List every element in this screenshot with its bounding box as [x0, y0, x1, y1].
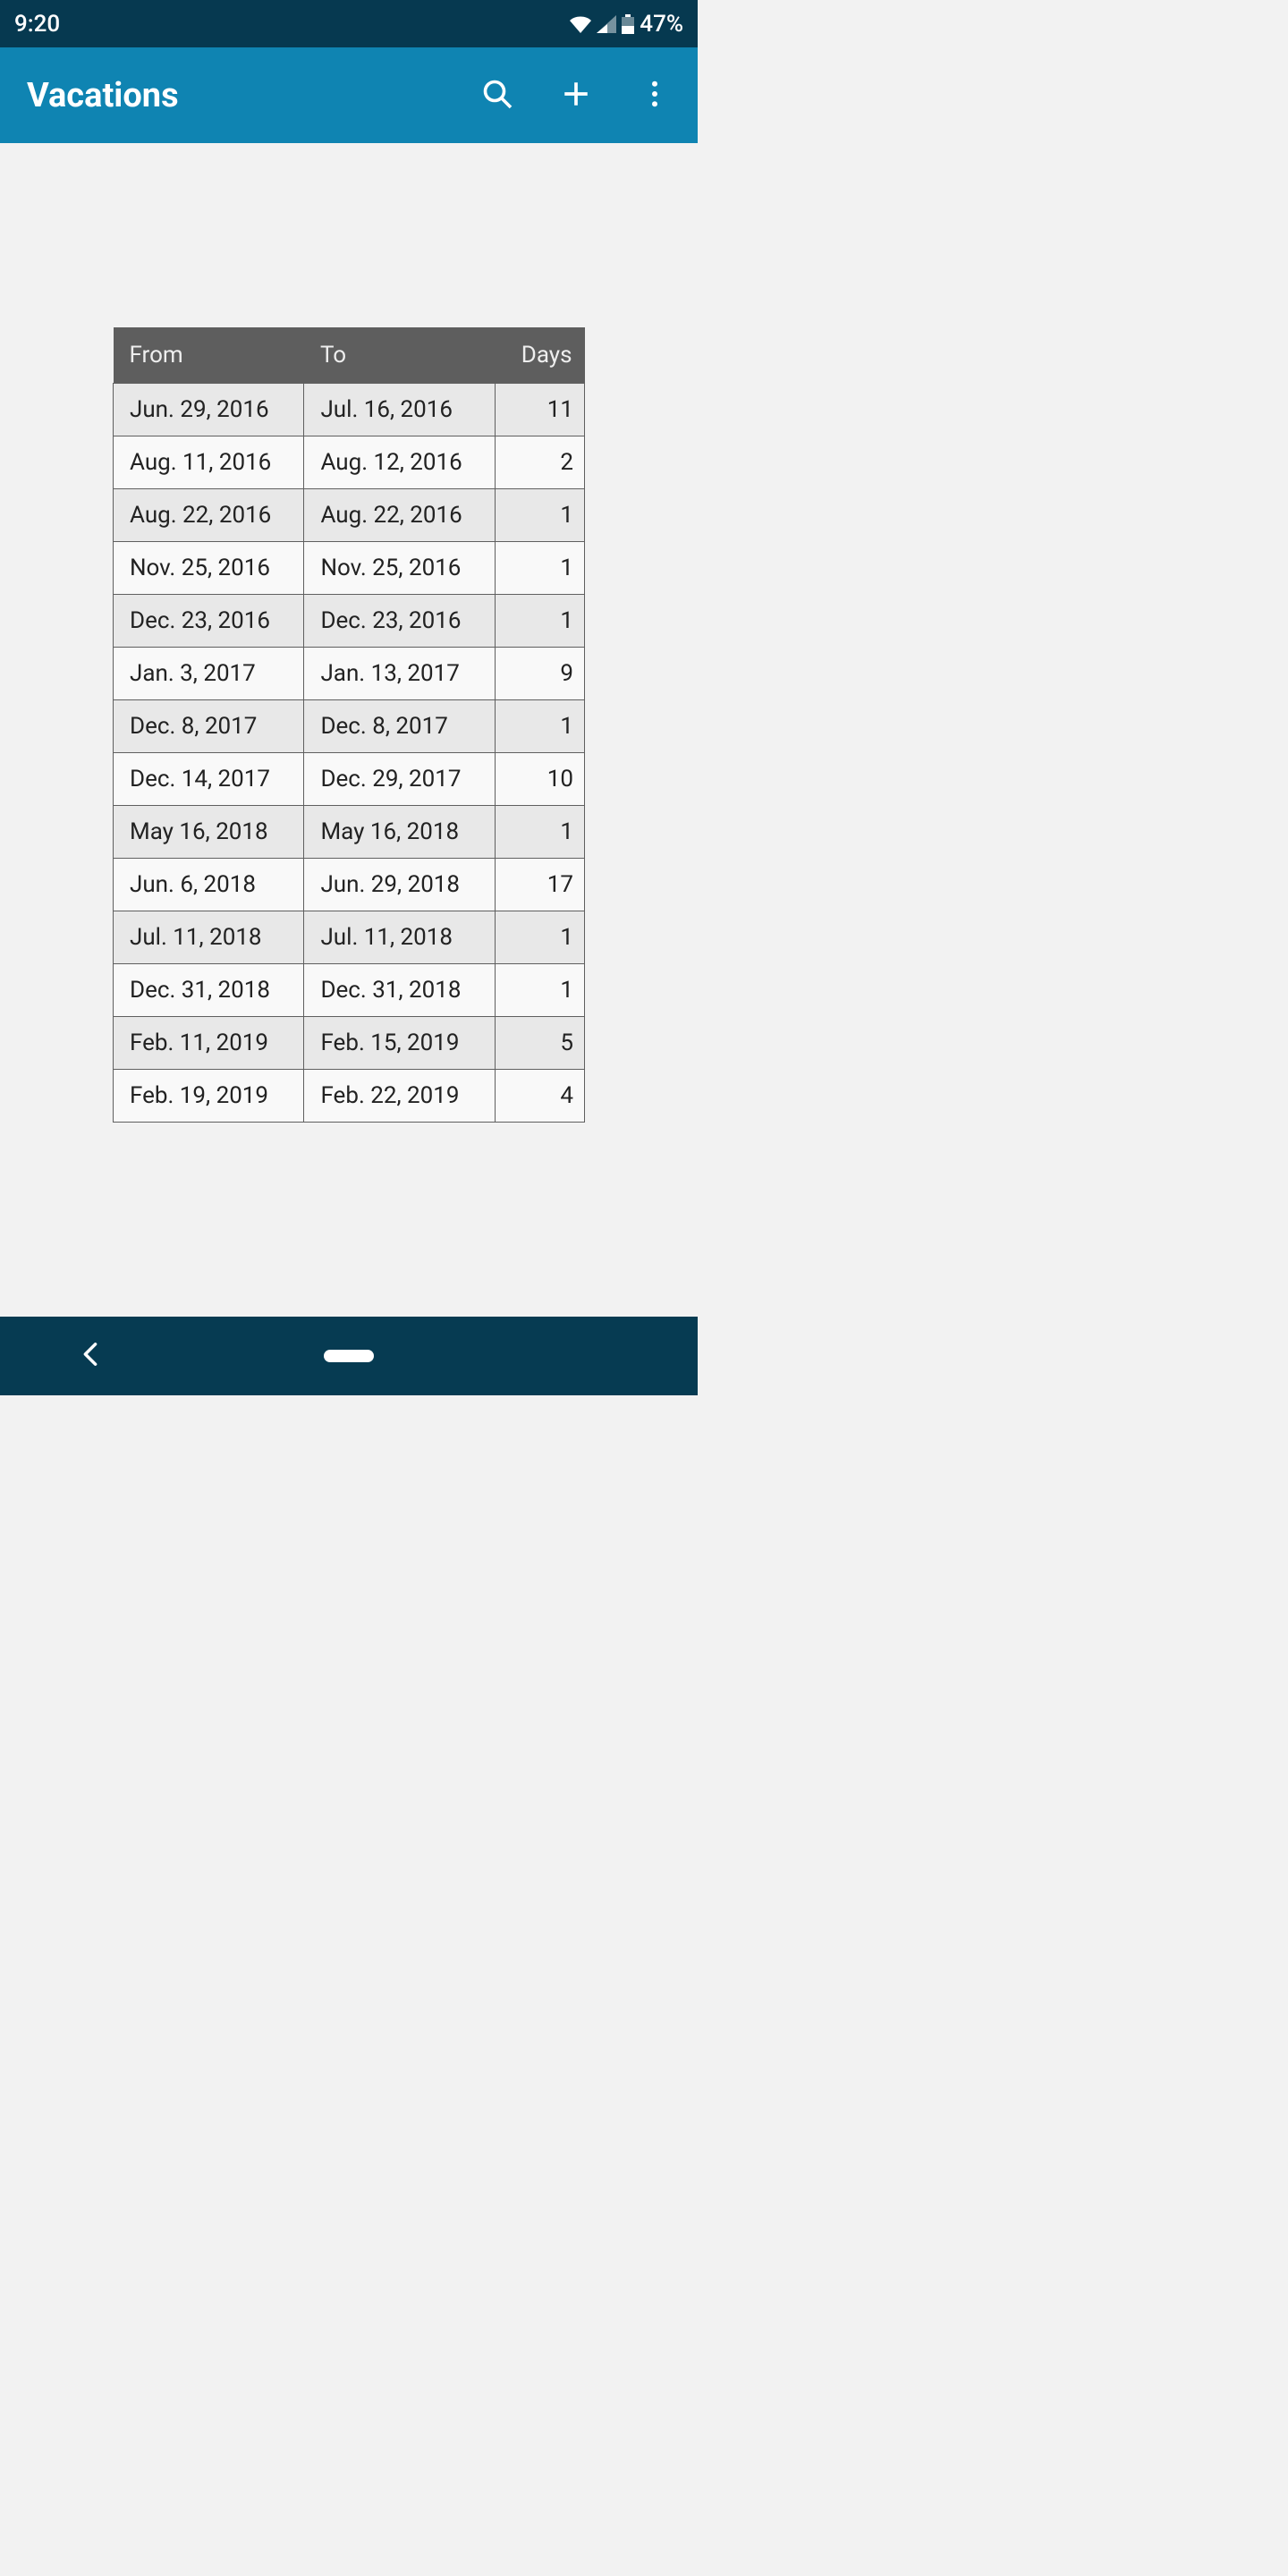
cell-to: Dec. 29, 2017 [304, 753, 495, 806]
cell-to: Jul. 11, 2018 [304, 911, 495, 964]
page-title: Vacations [27, 76, 479, 115]
battery-icon [622, 14, 634, 34]
system-nav-bar [0, 1317, 698, 1395]
table-row[interactable]: Jul. 11, 2018Jul. 11, 20181 [114, 911, 585, 964]
cell-to: Jan. 13, 2017 [304, 648, 495, 700]
cell-from: Feb. 11, 2019 [114, 1017, 304, 1070]
table-row[interactable]: Jun. 29, 2016Jul. 16, 201611 [114, 384, 585, 436]
cell-days: 1 [495, 806, 584, 859]
cell-days: 1 [495, 489, 584, 542]
overflow-button[interactable] [637, 78, 673, 114]
table-row[interactable]: Aug. 11, 2016Aug. 12, 20162 [114, 436, 585, 489]
cell-days: 5 [495, 1017, 584, 1070]
table-row[interactable]: Dec. 8, 2017Dec. 8, 20171 [114, 700, 585, 753]
signal-icon [597, 15, 616, 33]
cell-from: Jul. 11, 2018 [114, 911, 304, 964]
add-button[interactable] [558, 78, 594, 114]
cell-from: Aug. 11, 2016 [114, 436, 304, 489]
cell-days: 1 [495, 595, 584, 648]
vacations-table: From To Days Jun. 29, 2016Jul. 16, 20161… [113, 327, 585, 1123]
table-row[interactable]: Dec. 31, 2018Dec. 31, 20181 [114, 964, 585, 1017]
cell-from: Dec. 8, 2017 [114, 700, 304, 753]
cell-days: 4 [495, 1070, 584, 1123]
cell-days: 9 [495, 648, 584, 700]
back-button[interactable] [80, 1342, 100, 1370]
col-days: Days [495, 327, 584, 384]
wifi-icon [570, 15, 591, 33]
more-vert-icon [650, 80, 659, 111]
cell-days: 10 [495, 753, 584, 806]
cell-from: May 16, 2018 [114, 806, 304, 859]
home-button[interactable] [324, 1350, 374, 1362]
search-icon [481, 78, 513, 114]
cell-to: Aug. 22, 2016 [304, 489, 495, 542]
cell-days: 1 [495, 911, 584, 964]
status-bar: 9:20 47% [0, 0, 698, 47]
col-to: To [304, 327, 495, 384]
cell-to: Jul. 16, 2016 [304, 384, 495, 436]
cell-from: Feb. 19, 2019 [114, 1070, 304, 1123]
table-row[interactable]: Feb. 11, 2019Feb. 15, 20195 [114, 1017, 585, 1070]
cell-days: 17 [495, 859, 584, 911]
table-row[interactable]: Aug. 22, 2016Aug. 22, 20161 [114, 489, 585, 542]
cell-to: Dec. 31, 2018 [304, 964, 495, 1017]
table-row[interactable]: Dec. 14, 2017Dec. 29, 201710 [114, 753, 585, 806]
cell-to: Feb. 22, 2019 [304, 1070, 495, 1123]
col-from: From [114, 327, 304, 384]
chevron-left-icon [80, 1353, 100, 1370]
cell-from: Jun. 29, 2016 [114, 384, 304, 436]
table-row[interactable]: Dec. 23, 2016Dec. 23, 20161 [114, 595, 585, 648]
cell-from: Dec. 14, 2017 [114, 753, 304, 806]
table-header-row: From To Days [114, 327, 585, 384]
cell-from: Jan. 3, 2017 [114, 648, 304, 700]
cell-to: May 16, 2018 [304, 806, 495, 859]
app-bar: Vacations [0, 47, 698, 143]
status-time: 9:20 [14, 11, 60, 38]
table-row[interactable]: Nov. 25, 2016Nov. 25, 20161 [114, 542, 585, 595]
cell-days: 1 [495, 700, 584, 753]
cell-days: 11 [495, 384, 584, 436]
cell-days: 2 [495, 436, 584, 489]
table-row[interactable]: May 16, 2018May 16, 20181 [114, 806, 585, 859]
cell-to: Nov. 25, 2016 [304, 542, 495, 595]
table-row[interactable]: Jan. 3, 2017Jan. 13, 20179 [114, 648, 585, 700]
cell-to: Dec. 8, 2017 [304, 700, 495, 753]
content-area: From To Days Jun. 29, 2016Jul. 16, 20161… [0, 143, 698, 1317]
search-button[interactable] [479, 78, 515, 114]
cell-days: 1 [495, 964, 584, 1017]
cell-days: 1 [495, 542, 584, 595]
cell-from: Aug. 22, 2016 [114, 489, 304, 542]
cell-to: Feb. 15, 2019 [304, 1017, 495, 1070]
cell-from: Nov. 25, 2016 [114, 542, 304, 595]
status-battery-pct: 47% [640, 11, 683, 38]
table-row[interactable]: Feb. 19, 2019Feb. 22, 20194 [114, 1070, 585, 1123]
cell-from: Jun. 6, 2018 [114, 859, 304, 911]
cell-to: Jun. 29, 2018 [304, 859, 495, 911]
table-row[interactable]: Jun. 6, 2018Jun. 29, 201817 [114, 859, 585, 911]
cell-to: Dec. 23, 2016 [304, 595, 495, 648]
cell-to: Aug. 12, 2016 [304, 436, 495, 489]
cell-from: Dec. 23, 2016 [114, 595, 304, 648]
cell-from: Dec. 31, 2018 [114, 964, 304, 1017]
plus-icon [561, 79, 591, 113]
